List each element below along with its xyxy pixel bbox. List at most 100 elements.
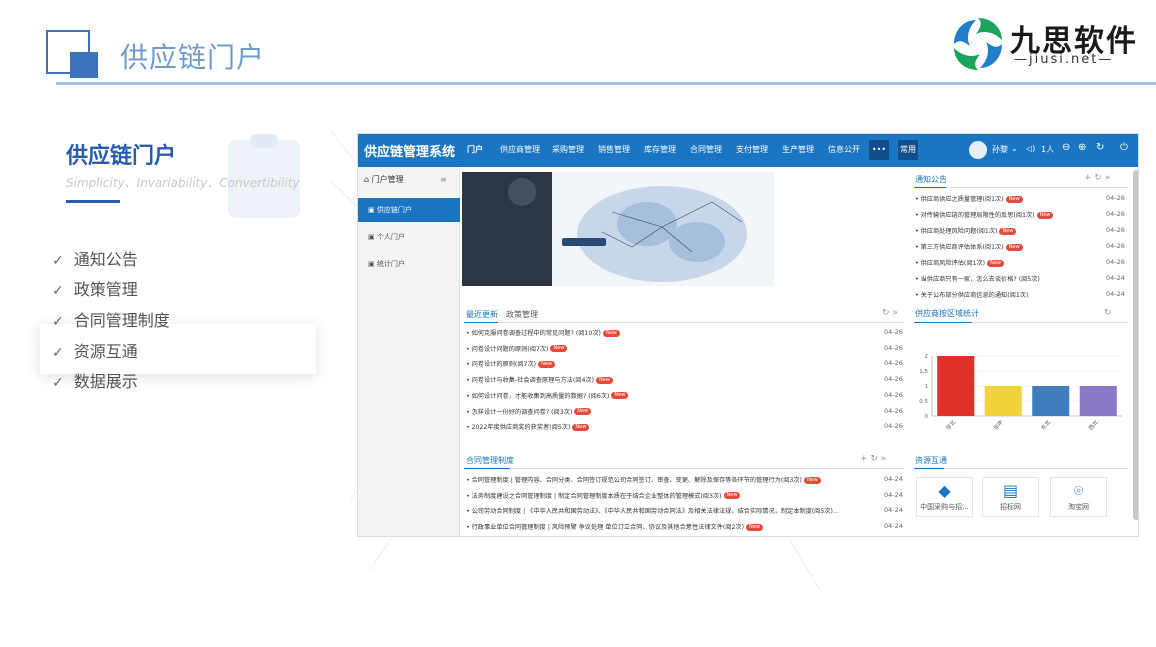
list-item-text: 对传输供应链的管理局限性的反思(阅1次)	[920, 212, 1035, 219]
nav-item-inventory[interactable]: 库存管理	[644, 144, 676, 155]
user-name[interactable]: 孙黎	[992, 144, 1008, 155]
brand-url: —jiusi.net—	[1014, 52, 1114, 67]
list-item[interactable]: • 公司劳动合同制度 | 《中华人民共和国劳动法》、《中华人民共和国劳动合同法》…	[466, 506, 848, 515]
nav-item-portal[interactable]: 门户	[467, 144, 483, 155]
list-item-date: 04-26	[884, 343, 903, 352]
feature-label: 政策管理	[73, 280, 138, 299]
back-icon[interactable]: ⊖	[1062, 142, 1070, 153]
new-badge: New	[574, 408, 592, 415]
section-title: 供应链门户	[66, 144, 177, 169]
contract-title: 合同管理制度	[466, 456, 514, 465]
list-item[interactable]: • 行政事业单位合同管理制度 | 风险预警 争议处理 单位订立合同、协议及其他合…	[466, 522, 848, 531]
feature-label: 资源互通	[73, 342, 138, 361]
sidebar-item-label: 统计门户	[376, 260, 405, 268]
new-badge: New	[596, 376, 613, 384]
list-item[interactable]: • 问卷设计的原则(阅7次) New	[466, 359, 866, 368]
list-item[interactable]: • 如何克服问卷调查过程中的常见问题? (阅10次) New	[466, 328, 866, 337]
menu-icon[interactable]: ≡	[440, 167, 447, 193]
sidebar-item-stats-portal[interactable]: ▣ 统计门户	[358, 252, 460, 276]
list-item-text: 合同管理制度 | 管理内容、合同分类、合同签订规范公司合同签订、审查、变更、解除…	[471, 477, 802, 484]
x-tick-label: 华北	[944, 418, 958, 432]
refresh-icon[interactable]: ↻	[1096, 142, 1104, 153]
x-tick-label: 东北	[1039, 418, 1053, 432]
nav-item-info[interactable]: 信息公开	[828, 144, 860, 155]
tab-recent[interactable]: 最近更新	[466, 309, 498, 320]
list-item[interactable]: • 问卷设计问题的原则(阅7次) New	[466, 344, 866, 353]
user-avatar[interactable]	[969, 141, 987, 159]
header-divider	[56, 82, 1156, 85]
list-item[interactable]: • 供应商风险评估(阅1次) New	[915, 258, 1095, 267]
tab-policy[interactable]: 政策管理	[506, 309, 538, 320]
section-subtitle: Simplicity、Invariability、Convertibility	[66, 176, 300, 190]
new-badge: New	[746, 523, 763, 531]
list-item[interactable]: • 法务制度建设之合同管理制度 | 制定合同管理制度本质在于结合企业整体的管理模…	[466, 491, 848, 500]
list-item[interactable]: • 怎样设计一份好的调查问卷? (阅3次) New	[466, 407, 866, 416]
online-count: 1人	[1041, 145, 1055, 154]
list-item[interactable]: • 对传输供应链的管理局限性的反思(阅1次) New	[915, 210, 1095, 219]
list-item-text: 当供应商只有一家，怎么去谈价格? (阅5次)	[920, 276, 1040, 283]
new-badge: New	[803, 476, 821, 484]
divider	[914, 187, 1128, 188]
list-item-date: 04-26	[884, 406, 903, 415]
list-item-date: 04-26	[884, 422, 903, 431]
new-badge: New	[611, 392, 629, 400]
list-item[interactable]: • 问卷设计与收集-社会调查原理与方法(阅4次) New	[466, 375, 866, 384]
sidebar-item-personal-portal[interactable]: ▣ 个人门户	[358, 225, 460, 249]
list-item-date: 04-26	[1106, 242, 1125, 250]
system-name: 供应链管理系统	[364, 145, 456, 160]
list-item[interactable]: • 如何设计问卷，才能收集到高质量的数据? (阅6次) New	[466, 391, 866, 400]
nav-item-contract[interactable]: 合同管理	[690, 144, 722, 155]
new-badge: New	[550, 345, 568, 353]
feature-label: 通知公告	[73, 250, 138, 269]
list-item-text: 关于公布部分供应商信息的通知(阅1次)	[920, 292, 1029, 299]
resource-card[interactable]: ◆ 中国采购与招...	[916, 477, 973, 517]
nav-item-payment[interactable]: 支付管理	[736, 144, 768, 155]
list-item-date: 04-24	[884, 506, 903, 515]
add-refresh-icon[interactable]: + ↻ »	[1084, 173, 1110, 183]
refresh-icon[interactable]: ↻ »	[882, 308, 898, 318]
list-item[interactable]: • 合同管理制度 | 管理内容、合同分类、合同签订规范公司合同签订、审查、变更、…	[466, 475, 848, 484]
check-icon: ✓	[52, 253, 64, 269]
resource-card[interactable]: ▤ 招标网	[982, 477, 1039, 517]
power-icon[interactable]: ⏻	[1120, 142, 1128, 153]
list-item[interactable]: • 当供应商只有一家，怎么去谈价格? (阅5次)	[915, 274, 1095, 283]
forward-icon[interactable]: ⊕	[1078, 142, 1086, 153]
list-item[interactable]: • 2022年度供应商奖的获奖者(阅5次) New	[466, 422, 866, 431]
list-item-date: 04-26	[884, 328, 903, 336]
nav-item-sales[interactable]: 销售管理	[598, 144, 630, 155]
list-item-text: 问卷设计问题的原则(阅7次)	[471, 345, 549, 353]
jiusi-logo-icon	[954, 18, 1002, 70]
check-icon: ✓	[52, 345, 64, 361]
nav-item-production[interactable]: 生产管理	[782, 144, 814, 155]
list-item[interactable]: • 供应商处理风险问题(阅1次) New	[915, 226, 1095, 235]
list-item[interactable]: • 关于公布部分供应商信息的通知(阅1次)	[915, 290, 1095, 299]
more-button[interactable]: •••	[869, 140, 889, 160]
refresh-icon[interactable]: ↻	[1104, 308, 1112, 318]
add-refresh-icon[interactable]: + ↻ »	[860, 454, 886, 464]
list-item-date: 04-26	[1106, 210, 1125, 218]
feature-label: 合同管理制度	[73, 311, 170, 330]
list-item-text: 供应商供应之质量管理(阅1次)	[920, 196, 1004, 203]
resource-card[interactable]: ⌾ 淘宝网	[1050, 477, 1107, 517]
scrollbar[interactable]	[1133, 170, 1138, 520]
chevron-down-icon[interactable]: ⌄	[1011, 144, 1018, 153]
list-item-text: 第三方供应商评估体系(阅1次)	[920, 244, 1004, 251]
common-button[interactable]: 常用	[898, 140, 918, 160]
resource-label: 中国采购与招...	[920, 503, 969, 511]
y-tick-label: 1	[925, 384, 929, 390]
x-tick-label: 华中	[992, 418, 1005, 432]
nav-item-supplier[interactable]: 供应商管理	[500, 144, 540, 155]
list-item[interactable]: • 第三方供应商评估体系(阅1次) New	[915, 242, 1095, 251]
sidebar-title: 门户管理	[371, 175, 404, 184]
slide-title: 供应链门户	[120, 41, 266, 74]
list-item-text: 供应商风险评估(阅1次)	[920, 260, 986, 267]
check-icon: ✓	[52, 314, 64, 330]
divider	[914, 468, 1128, 469]
sidebar-item-supply-portal[interactable]: ▣ 供应链门户	[358, 198, 460, 222]
new-badge: New	[1036, 211, 1054, 219]
feature-label: 数据展示	[73, 372, 138, 391]
nav-item-purchase[interactable]: 采购管理	[552, 144, 584, 155]
list-item[interactable]: • 供应商供应之质量管理(阅1次) New	[915, 194, 1095, 203]
list-item-date: 04-26	[884, 359, 903, 368]
speaker-icon[interactable]: ◁)	[1026, 144, 1035, 153]
